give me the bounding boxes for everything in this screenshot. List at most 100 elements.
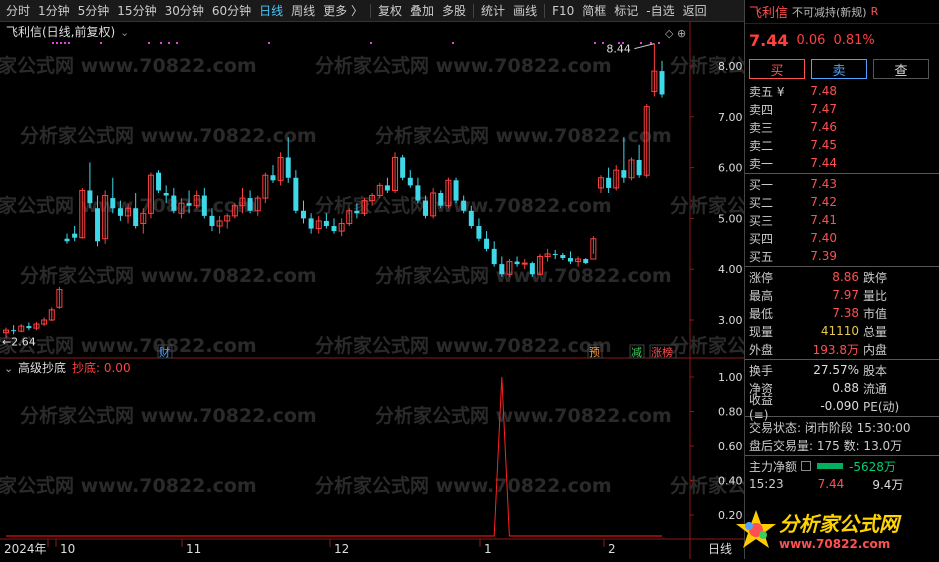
ask-price: 7.46 xyxy=(810,120,837,134)
stat-label: 最高 xyxy=(749,288,774,303)
toolbar-item-10[interactable]: 叠加 xyxy=(406,0,438,22)
bid-row[interactable]: 买一 7.43 xyxy=(745,175,939,193)
signal-dot xyxy=(658,42,660,44)
stat-value: 8.86 xyxy=(832,270,859,284)
ask-row[interactable]: 卖一 7.44 xyxy=(745,154,939,172)
diamond-icon: ◇ xyxy=(665,27,674,40)
stat-label: 外盘 xyxy=(749,342,774,357)
signal-dot xyxy=(594,42,596,44)
bid-row[interactable]: 买五 7.39 xyxy=(745,247,939,265)
toolbar-item-2[interactable]: 5分钟 xyxy=(74,0,114,22)
toolbar-item-17[interactable]: -自选 xyxy=(642,0,678,22)
sell-button[interactable]: 卖 xyxy=(811,59,867,79)
main-flow-row[interactable]: 主力净额 -5628万 xyxy=(745,457,939,475)
bid-price: 7.40 xyxy=(810,231,837,245)
toolbar-item-4[interactable]: 30分钟 xyxy=(161,0,208,22)
after-hours-volume: 盘后交易量: 175 数: 13.0万 xyxy=(749,438,903,453)
candle-body-down xyxy=(11,330,17,332)
ask-row[interactable]: 卖四 7.47 xyxy=(745,100,939,118)
candle-body-down xyxy=(186,203,192,206)
ask-row[interactable]: 卖三 7.46 xyxy=(745,118,939,136)
buy-button[interactable]: 买 xyxy=(749,59,805,79)
high-price-label: 8.44 xyxy=(606,43,631,56)
indicator-axis-label: 0.80 xyxy=(718,406,743,419)
bid-row[interactable]: 买三 7.41 xyxy=(745,211,939,229)
watermark-text: 分析家公式网 www.70822.com xyxy=(20,404,317,427)
ask-price: 7.48 xyxy=(810,84,837,98)
watermark-text: 分析家公式网 www.70822.com xyxy=(315,474,612,497)
stats-table: 涨停 8.86 跌停 最高 7.97 量比 最低 7.38 市值 现量 41110 总量 外盘 193.8… xyxy=(745,268,939,358)
candle-body-down xyxy=(567,258,573,262)
signal-dot xyxy=(60,42,62,44)
signal-dot xyxy=(56,42,58,44)
bid-row[interactable]: 买四 7.40 xyxy=(745,229,939,247)
stat-row: 最低 7.38 市值 xyxy=(745,304,939,322)
candle-body-down xyxy=(484,238,490,249)
watermark-text: 分析家公式网 www.70822.com xyxy=(375,404,672,427)
watermark-text: 分析家公式网 www.70822.com xyxy=(670,334,744,357)
candle-body-down xyxy=(87,190,93,204)
divider xyxy=(745,359,939,360)
toolbar-separator xyxy=(473,3,475,18)
toolbar-item-15[interactable]: 简框 xyxy=(578,0,610,22)
bid-row[interactable]: 买二 7.42 xyxy=(745,193,939,211)
toolbar-separator xyxy=(370,3,371,18)
candle-body-down xyxy=(209,215,215,227)
trade-buttons: 买 卖 查 xyxy=(745,56,939,82)
stat-label-2: 流通 xyxy=(863,381,888,396)
event-tag: 财 xyxy=(159,345,170,359)
candle-body-down xyxy=(72,233,78,238)
toolbar-item-13[interactable]: 画线 xyxy=(509,0,541,22)
candle-body-down xyxy=(163,193,169,196)
toolbar-item-18[interactable]: 返回 xyxy=(679,0,711,22)
ask-label: 卖一 xyxy=(749,156,774,171)
toolbar-item-6[interactable]: 日线 xyxy=(255,0,287,22)
tick-row: 15:23 7.44 9.4万 xyxy=(745,475,939,493)
ask-row[interactable]: 卖二 7.45 xyxy=(745,136,939,154)
candle-body-down xyxy=(300,210,306,219)
date-axis-label: 2024年 xyxy=(4,542,47,556)
toolbar-item-16[interactable]: 标记 xyxy=(610,0,642,22)
toolbar-item-14[interactable]: F10 xyxy=(548,0,578,22)
stat-label: 涨停 xyxy=(749,270,774,285)
toolbar-item-11[interactable]: 多股 xyxy=(438,0,470,22)
toolbar-item-0[interactable]: 分时 xyxy=(2,0,34,22)
toolbar-item-12[interactable]: 统计 xyxy=(477,0,509,22)
candle-body-down xyxy=(308,218,314,229)
stat-value: 193.8万 xyxy=(812,342,859,357)
candle-body-down xyxy=(529,263,535,275)
stock-title: 飞利信 不可减持(新规) R xyxy=(745,0,939,24)
watermark-text: 分析家公式网 www.70822.com xyxy=(315,334,612,357)
query-button[interactable]: 查 xyxy=(873,59,929,79)
event-tag: 预 xyxy=(589,346,600,359)
stock-name[interactable]: 飞利信 xyxy=(749,2,788,21)
toolbar-item-1[interactable]: 1分钟 xyxy=(34,0,74,22)
ask-label: 卖二 xyxy=(749,138,774,153)
signal-dot xyxy=(64,42,66,44)
indicator-axis-label: 1.00 xyxy=(718,371,743,384)
toolbar-item-9[interactable]: 复权 xyxy=(374,0,406,22)
candle-body-down xyxy=(407,177,413,186)
candle-body-down xyxy=(423,200,429,216)
watermark-text: 分析家公式网 www.70822.com xyxy=(20,124,317,147)
candle-body-down xyxy=(270,175,276,181)
candle-body-down xyxy=(606,177,612,188)
signal-dot xyxy=(148,42,150,44)
watermark-text: 分析家公式网 www.70822.com xyxy=(0,334,257,357)
toolbar-item-5[interactable]: 60分钟 xyxy=(208,0,255,22)
candle-body-down xyxy=(247,198,253,211)
watermark-text: 分析家公式网 www.70822.com xyxy=(375,264,672,287)
stock-tag: 不可减持(新规) xyxy=(792,5,867,19)
doc-icon xyxy=(801,461,812,471)
toolbar-item-3[interactable]: 15分钟 xyxy=(113,0,160,22)
toolbar-item-7[interactable]: 周线 xyxy=(287,0,319,22)
bid-price: 7.43 xyxy=(810,177,837,191)
watermark-text: 分析家公式网 www.70822.com xyxy=(0,54,257,77)
candle-body-down xyxy=(293,177,299,211)
candle-body-down xyxy=(201,195,207,216)
margin-badge: R xyxy=(870,5,879,18)
signal-dot xyxy=(160,42,162,44)
date-axis-label: 10 xyxy=(60,542,75,556)
ask-row[interactable]: 卖五 ¥ 7.48 xyxy=(745,82,939,100)
toolbar-item-8[interactable]: 更多 〉 xyxy=(319,0,367,22)
